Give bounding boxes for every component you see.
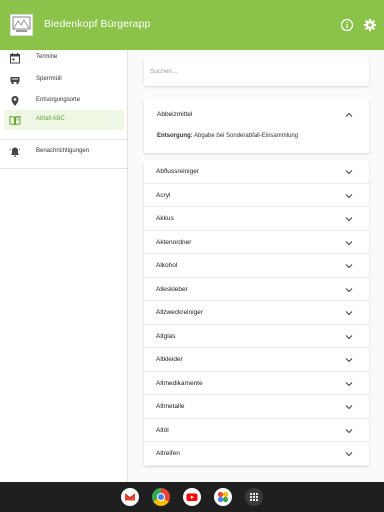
main-content: Abbeizmittel Entsorgung: Abgabe bei Sond…	[129, 50, 384, 482]
list-item[interactable]: Altglas	[144, 325, 369, 348]
chevron-up-icon[interactable]	[344, 111, 354, 119]
chevron-down-icon[interactable]	[344, 450, 354, 458]
gear-icon[interactable]	[363, 18, 377, 32]
list-item[interactable]: Aktenordner	[144, 231, 369, 254]
chrome-icon[interactable]	[152, 488, 170, 506]
app-bar: Biedenkopf Bürgerapp	[0, 0, 384, 50]
chevron-down-icon[interactable]	[344, 192, 354, 200]
list-item-label: Acryl	[156, 191, 171, 199]
chevron-down-icon[interactable]	[344, 262, 354, 270]
disposal-info: Entsorgung: Abgabe bei Sonderabfall-Eins…	[157, 133, 298, 139]
list-item-label: Altmedikamente	[156, 379, 203, 387]
list-item[interactable]: Alkohol	[144, 254, 369, 278]
sidebar-item-label: Entsorgungsorte	[36, 97, 81, 103]
search-box	[144, 56, 369, 86]
list-item-label: Alkohol	[156, 262, 178, 269]
sidebar-item-label: Benachrichtigungen	[36, 148, 90, 154]
waste-item-list: Abflussreiniger Acryl Akkus Aktenordner Alko…	[144, 160, 369, 466]
sidebar-divider	[0, 168, 128, 169]
list-item-label: Allzweckreiniger	[156, 309, 203, 316]
list-item[interactable]: Altmedikamente	[144, 372, 369, 395]
chevron-down-icon[interactable]	[344, 380, 354, 388]
system-taskbar	[0, 482, 384, 512]
list-item-label: Akkus	[156, 215, 174, 222]
sidebar-item-label: Sperrmüll	[36, 76, 62, 82]
city-logo-icon	[10, 14, 33, 36]
search-input[interactable]	[150, 64, 360, 78]
gmail-icon[interactable]	[121, 488, 139, 506]
chevron-down-icon[interactable]	[344, 168, 354, 176]
sidebar-item-sperrmuell[interactable]: Sperrmüll	[4, 70, 124, 90]
expanded-item[interactable]: Abbeizmittel Entsorgung: Abgabe bei Sond…	[144, 99, 369, 153]
list-item-label: Altglas	[156, 332, 176, 340]
photos-icon[interactable]	[214, 488, 232, 506]
app-launcher-icon[interactable]	[245, 488, 263, 506]
list-item-label: Altöl	[156, 426, 169, 434]
chevron-down-icon[interactable]	[344, 333, 354, 341]
disposal-value: Abgabe bei Sonderabfall-Einsammlung	[194, 133, 299, 139]
list-item[interactable]: Altmetalle	[144, 395, 369, 419]
youtube-icon[interactable]	[183, 488, 201, 506]
sidebar-item-benachrichtigungen[interactable]: Benachrichtigungen	[4, 142, 124, 162]
chevron-down-icon[interactable]	[344, 309, 354, 317]
list-item[interactable]: Akkus	[144, 207, 369, 231]
chevron-down-icon[interactable]	[344, 286, 354, 294]
list-item-label: Abflussreiniger	[156, 168, 199, 175]
list-item[interactable]: Altkleider	[144, 348, 369, 372]
disposal-label: Entsorgung:	[157, 133, 193, 139]
chevron-down-icon[interactable]	[344, 356, 354, 364]
item-title: Abbeizmittel	[157, 111, 193, 118]
sidebar-item-label: Termine	[36, 54, 58, 60]
book-icon	[9, 115, 21, 126]
list-item-label: Aktenordner	[156, 238, 192, 246]
sidebar-item-termine[interactable]: Termine	[4, 48, 124, 68]
sidebar-item-label: Abfall ABC	[36, 116, 65, 122]
list-item-label: Altreifen	[156, 450, 180, 457]
chevron-down-icon[interactable]	[344, 215, 354, 223]
list-item[interactable]: Altreifen	[144, 442, 369, 466]
list-item-label: Altkleider	[156, 356, 183, 363]
list-item[interactable]: Acryl	[144, 184, 369, 207]
app-title: Biedenkopf Bürgerapp	[44, 18, 151, 30]
list-item[interactable]: Alleskleber	[144, 278, 369, 301]
chevron-down-icon[interactable]	[344, 403, 354, 411]
list-item-label: Alleskleber	[156, 285, 188, 293]
list-item[interactable]: Allzweckreiniger	[144, 301, 369, 325]
sidebar: Termine Sperrmüll Entsorgungsorte Abfall…	[0, 50, 128, 482]
chevron-down-icon[interactable]	[344, 427, 354, 435]
calendar-icon	[10, 53, 20, 64]
list-item[interactable]: Abflussreiniger	[144, 160, 369, 184]
location-pin-icon	[11, 96, 19, 106]
truck-icon	[10, 77, 20, 85]
list-item-label: Altmetalle	[156, 403, 185, 410]
list-item[interactable]: Altöl	[144, 419, 369, 442]
sidebar-item-abfall-abc[interactable]: Abfall ABC	[4, 110, 124, 130]
info-icon[interactable]	[340, 18, 354, 32]
sidebar-divider	[0, 139, 128, 140]
sidebar-item-entsorgungsorte[interactable]: Entsorgungsorte	[4, 91, 124, 111]
bell-icon	[9, 147, 21, 157]
chevron-down-icon[interactable]	[344, 239, 354, 247]
